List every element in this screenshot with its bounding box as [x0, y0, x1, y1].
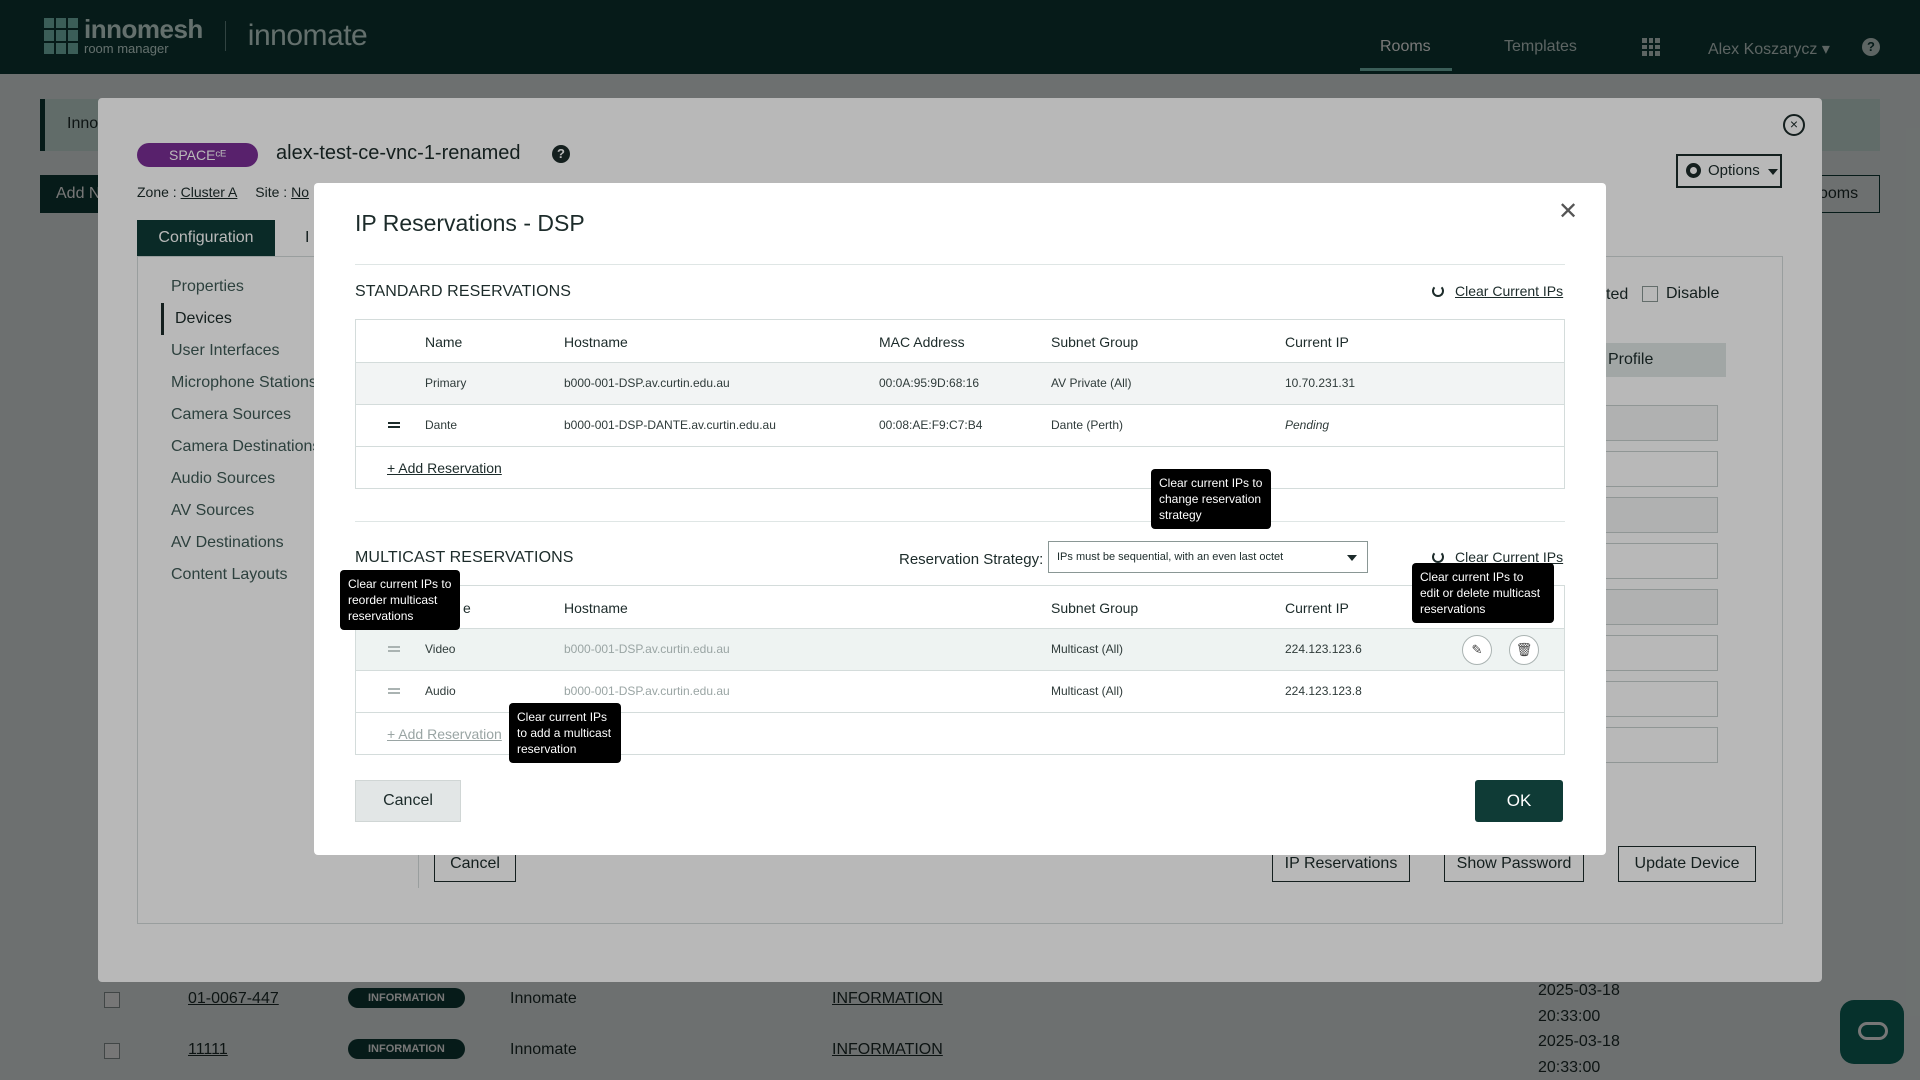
strategy-tooltip: Clear current IPs to change reservation … [1151, 469, 1271, 529]
row-ip: Pending [1285, 418, 1330, 432]
row-hostname: b000-001-DSP.av.curtin.edu.au [564, 376, 730, 390]
refresh-icon [1432, 551, 1444, 563]
strategy-select[interactable]: IPs must be sequential, with an even las… [1048, 541, 1368, 573]
drag-handle-icon[interactable] [388, 422, 400, 428]
ip-reservations-modal: IP Reservations - DSP ✕ STANDARD RESERVA… [314, 183, 1606, 855]
drag-handle-icon [388, 646, 400, 652]
caret-down-icon [1347, 555, 1357, 561]
close-icon[interactable]: ✕ [1558, 197, 1578, 226]
standard-reservations-table: Name Hostname MAC Address Subnet Group C… [355, 319, 1565, 489]
add-tooltip: Clear current IPs to add a multicast res… [509, 703, 621, 763]
row-name: Primary [425, 376, 467, 390]
row-name: Audio [425, 684, 456, 698]
row-ip: 10.70.231.31 [1285, 376, 1356, 390]
table-row: Primary b000-001-DSP.av.curtin.edu.au 00… [356, 362, 1564, 404]
row-subnet: Multicast (All) [1051, 642, 1124, 656]
row-subnet: Multicast (All) [1051, 684, 1124, 698]
add-reservation-link: + Add Reservation [387, 726, 502, 742]
strategy-label: Reservation Strategy: [899, 551, 1044, 568]
trash-icon[interactable]: 🗑 [1509, 635, 1539, 665]
standard-reservations-heading: STANDARD RESERVATIONS [355, 283, 572, 300]
column-header: Subnet Group [1051, 334, 1139, 350]
column-header: e [463, 600, 471, 616]
row-hostname: b000-001-DSP.av.curtin.edu.au [564, 684, 730, 698]
column-header: Name [425, 334, 463, 350]
row-subnet: AV Private (All) [1051, 376, 1132, 390]
row-mac: 00:08:AE:F9:C7:B4 [879, 418, 983, 432]
table-header: Name Hostname MAC Address Subnet Group C… [356, 320, 1564, 362]
column-header: Current IP [1285, 600, 1349, 616]
refresh-icon [1432, 285, 1444, 297]
modal-title: IP Reservations - DSP [355, 210, 585, 236]
add-reservation-link[interactable]: + Add Reservation [387, 460, 502, 476]
cancel-button[interactable]: Cancel [355, 780, 461, 822]
table-row: Video b000-001-DSP.av.curtin.edu.au Mult… [356, 628, 1564, 670]
row-ip: 224.123.123.8 [1285, 684, 1362, 698]
row-hostname: b000-001-DSP-DANTE.av.curtin.edu.au [564, 418, 776, 432]
column-header: Hostname [564, 600, 628, 616]
row-name: Video [425, 642, 456, 656]
row-hostname: b000-001-DSP.av.curtin.edu.au [564, 642, 730, 656]
pencil-icon[interactable]: ✎ [1462, 635, 1492, 665]
multicast-reservations-heading: MULTICAST RESERVATIONS [355, 549, 574, 566]
edit-delete-tooltip: Clear current IPs to edit or delete mult… [1412, 563, 1554, 623]
ok-button[interactable]: OK [1475, 780, 1563, 822]
drag-handle-icon [388, 688, 400, 694]
column-header: MAC Address [879, 334, 965, 350]
reorder-tooltip: Clear current IPs to reorder multicast r… [340, 570, 460, 630]
column-header: Subnet Group [1051, 600, 1139, 616]
clear-current-ips-link[interactable]: Clear Current IPs [1455, 283, 1563, 299]
column-header: Current IP [1285, 334, 1349, 350]
column-header: Hostname [564, 334, 628, 350]
row-ip: 224.123.123.6 [1285, 642, 1362, 656]
strategy-value: IPs must be sequential, with an even las… [1057, 551, 1284, 563]
row-name: Dante [425, 418, 458, 432]
row-subnet: Dante (Perth) [1051, 418, 1124, 432]
table-row: Dante b000-001-DSP-DANTE.av.curtin.edu.a… [356, 404, 1564, 446]
row-mac: 00:0A:95:9D:68:16 [879, 376, 980, 390]
table-header: e Hostname Subnet Group Current IP [356, 586, 1564, 628]
